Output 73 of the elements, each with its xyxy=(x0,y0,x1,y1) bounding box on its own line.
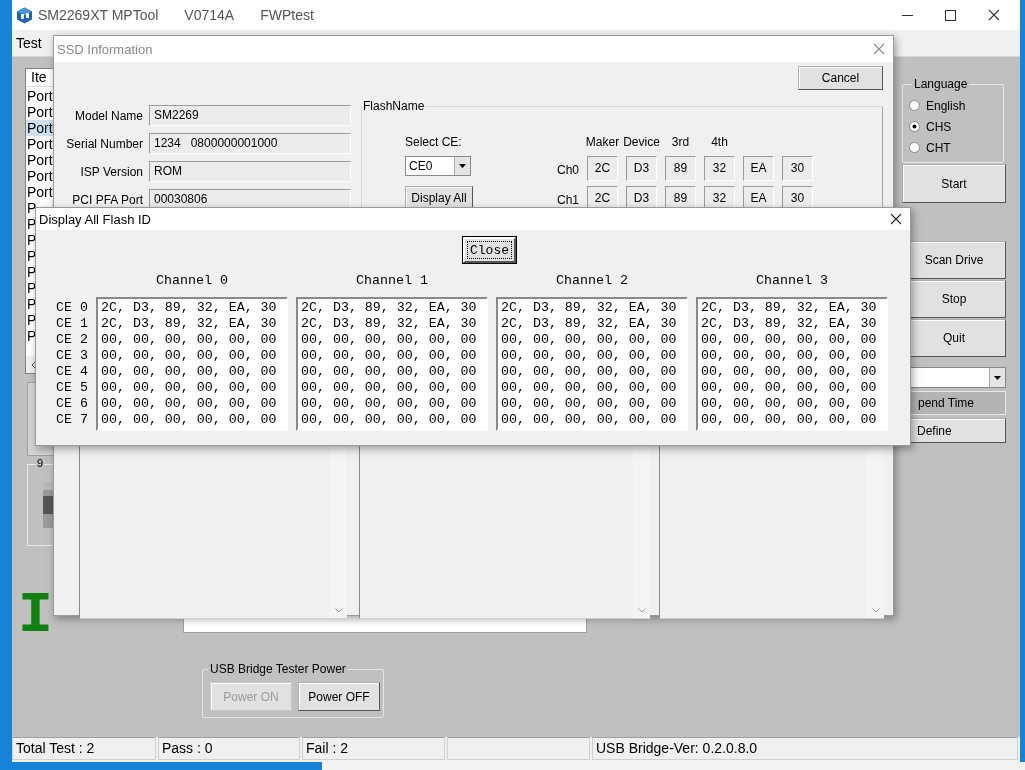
text-area[interactable]: 2C, D3, 89, 32, EA, 30 2C, D3, 89, 32, EA, 30 00, 00, 00, 00, 00, 00 00, 00, 00, 00, 00, 00 00, 00, 00, 00, 00, 00 00, 00, 00, 00, 00, 00 00, 00, 00, 00, 00, 00 00, 00, 00, 00, 00, 00 xyxy=(96,297,288,431)
text-field[interactable]: SM2269 xyxy=(149,105,351,126)
row-label: CE 2 xyxy=(55,332,88,348)
channel-title: Channel 0 xyxy=(155,274,229,290)
maximize-icon[interactable] xyxy=(945,9,956,21)
dropdown-value: CE0 xyxy=(408,158,433,175)
column-header: Device xyxy=(623,134,660,151)
group-title: Language xyxy=(913,77,969,91)
radio-button[interactable] xyxy=(909,100,920,111)
column-header: 4th xyxy=(711,134,728,151)
display-all-button[interactable]: Display All xyxy=(405,186,473,210)
row-label: CE 3 xyxy=(55,348,88,364)
text-area[interactable]: 2C, D3, 89, 32, EA, 30 2C, D3, 89, 32, EA, 30 00, 00, 00, 00, 00, 00 00, 00, 00, 00, 00, 00 00, 00, 00, 00, 00, 00 00, 00, 00, 00, 00, 00 00, 00, 00, 00, 00, 00 00, 00, 00, 00, 00, 00 xyxy=(296,297,488,431)
group-title: USB Bridge Tester Power xyxy=(209,662,347,676)
radio-button[interactable] xyxy=(909,121,920,132)
table-cell: 30 xyxy=(782,156,813,181)
channel-title: Channel 2 xyxy=(555,274,629,290)
radio-label: English xyxy=(926,98,966,113)
text-field[interactable]: ROM xyxy=(149,161,351,182)
row-label: CE 4 xyxy=(55,364,88,380)
field-label: PCI PFA Port xyxy=(71,192,143,207)
radio-button[interactable] xyxy=(909,142,920,153)
column-header: 3rd xyxy=(671,134,690,151)
text-area[interactable]: 2C, D3, 89, 32, EA, 30 2C, D3, 89, 32, EA, 30 00, 00, 00, 00, 00, 00 00, 00, 00, 00, 00, 00 00, 00, 00, 00, 00, 00 00, 00, 00, 00, 00, 00 00, 00, 00, 00, 00, 00 00, 00, 00, 00, 00, 00 xyxy=(496,297,688,431)
firmware-label: FWPtest xyxy=(260,7,314,23)
table-cell: 89 xyxy=(665,156,696,181)
close-icon[interactable] xyxy=(988,9,1000,21)
row-label: CE 6 xyxy=(55,396,88,412)
start-button[interactable]: Start xyxy=(902,164,1006,203)
column-header: Maker xyxy=(585,134,620,151)
channel-title: Channel 1 xyxy=(355,274,429,290)
field-label: Model Name xyxy=(73,108,143,123)
table-cell: 2C xyxy=(587,156,618,181)
table-cell: EA xyxy=(743,156,774,181)
dialog-title: Display All Flash ID xyxy=(39,211,151,227)
row-label: CE 1 xyxy=(55,316,88,332)
radio-label: CHS xyxy=(926,119,952,134)
row-label: Ch1 xyxy=(556,192,579,209)
status-cell: Total Test : 2 xyxy=(12,737,156,760)
dropdown[interactable]: CE0 xyxy=(405,156,471,176)
caret-icon xyxy=(994,375,1001,380)
status-cell: USB Bridge-Ver: 0.2.0.8.0 xyxy=(592,737,1018,760)
row-label: Ch0 xyxy=(556,162,579,179)
group-title: FlashName xyxy=(362,99,426,113)
version-label: V0714A xyxy=(184,7,235,23)
row-label: CE 7 xyxy=(55,412,88,428)
status-cell: Pass : 0 xyxy=(158,737,300,760)
caret-icon xyxy=(459,164,466,168)
slot-label: 9 xyxy=(36,457,45,469)
close-button[interactable]: Close xyxy=(463,237,516,263)
table-cell: 32 xyxy=(704,156,735,181)
chevron-down-icon xyxy=(334,608,343,613)
row-label: CE 5 xyxy=(55,380,88,396)
field-label: Serial Number xyxy=(65,136,143,151)
chevron-down-icon xyxy=(637,608,646,613)
text-area[interactable]: 2C, D3, 89, 32, EA, 30 2C, D3, 89, 32, EA, 30 00, 00, 00, 00, 00, 00 00, 00, 00, 00, 00, 00 00, 00, 00, 00, 00, 00 00, 00, 00, 00, 00, 00 00, 00, 00, 00, 00, 00 00, 00, 00, 00, 00, 00 xyxy=(696,297,888,431)
cancel-button[interactable]: Cancel xyxy=(798,66,883,90)
channel-title: Channel 3 xyxy=(755,274,829,290)
status-cell: Fail : 2 xyxy=(302,737,445,760)
app-logo-icon xyxy=(16,6,33,24)
radio-label: CHT xyxy=(926,140,951,155)
table-cell: D3 xyxy=(626,156,657,181)
menu-item[interactable]: Test xyxy=(12,35,46,51)
window-title: SM2269XT MPTool xyxy=(38,7,159,23)
text-field[interactable]: 1234 0800000001000 xyxy=(149,133,351,154)
isp-label: I xyxy=(18,591,53,641)
field-label: Select CE: xyxy=(405,134,463,151)
dialog-title: SSD Information xyxy=(57,41,153,57)
row-label: CE 0 xyxy=(55,300,88,316)
field-label: ISP Version xyxy=(79,164,143,179)
chevron-down-icon xyxy=(871,608,880,613)
close-icon[interactable] xyxy=(890,213,902,225)
power-button[interactable]: Power OFF xyxy=(298,682,380,711)
